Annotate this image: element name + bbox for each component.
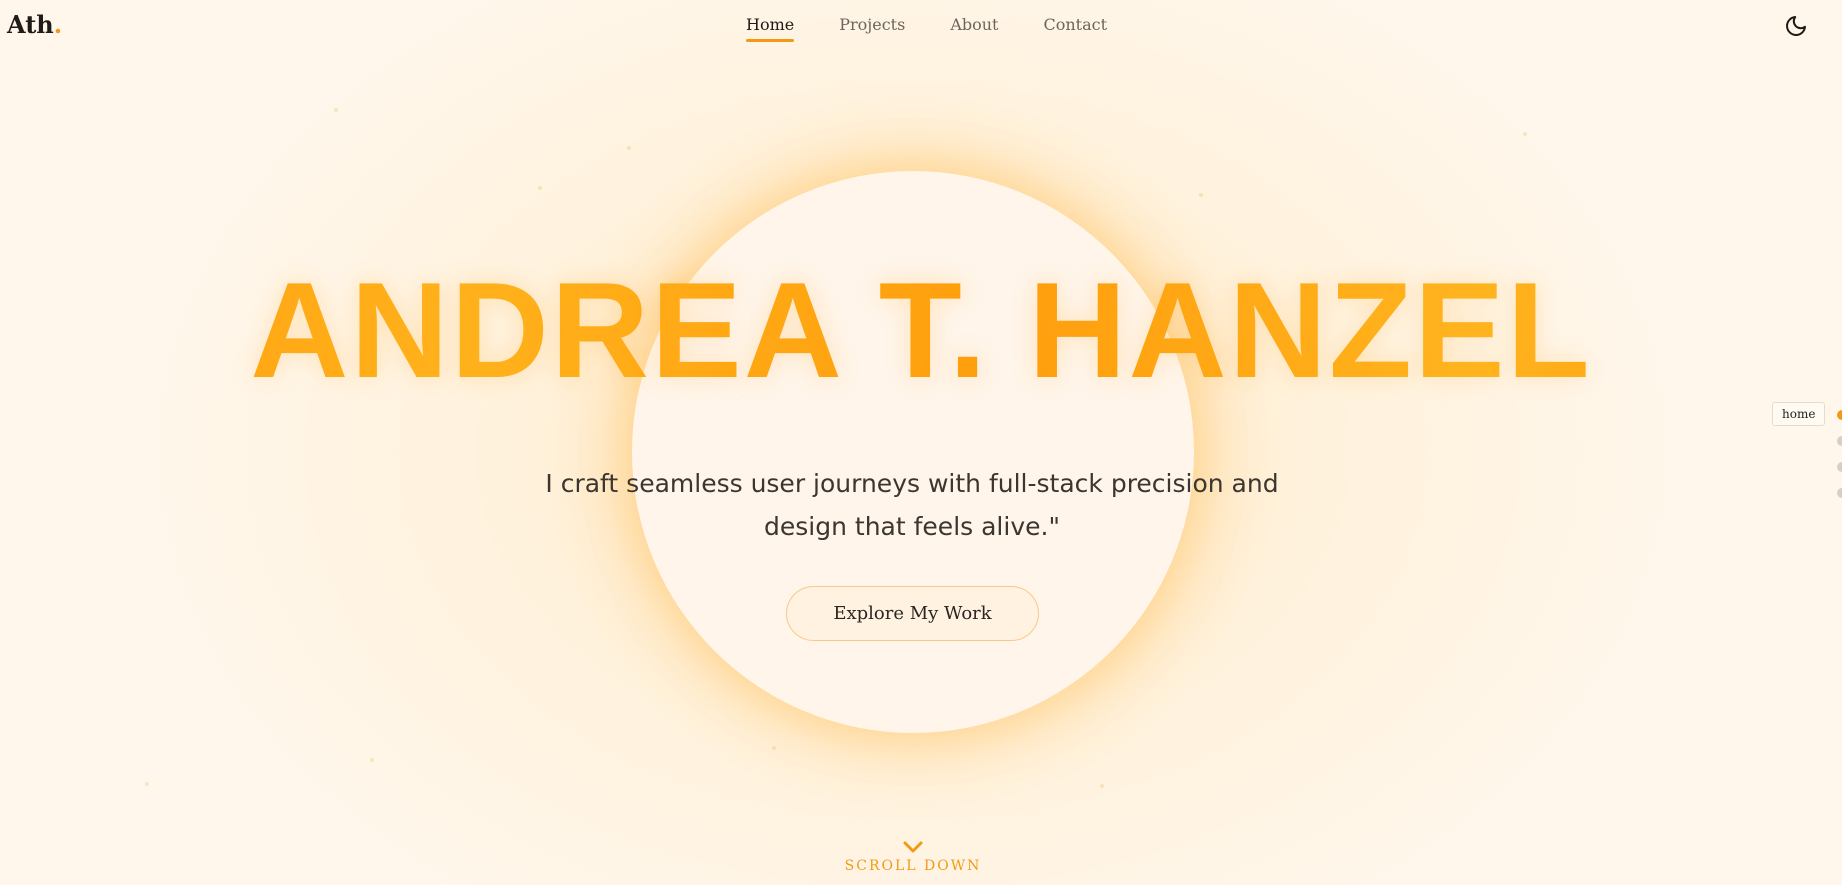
chevron-down-icon — [903, 841, 923, 853]
particle — [627, 146, 631, 150]
section-dot-about[interactable] — [1837, 462, 1842, 472]
main-nav: Home Projects About Contact — [746, 15, 1152, 42]
scroll-down-label: SCROLL DOWN — [844, 858, 982, 874]
explore-work-button[interactable]: Explore My Work — [786, 586, 1039, 641]
particle — [1199, 193, 1203, 197]
section-dot-contact[interactable] — [1837, 488, 1842, 498]
particle — [370, 758, 374, 762]
nav-about[interactable]: About — [950, 15, 998, 42]
page: Ath. Home Projects About Contact ANDREA … — [0, 0, 1842, 885]
particle — [334, 108, 338, 112]
hero-name: ANDREA T. HANZEL — [0, 262, 1842, 398]
particle — [772, 746, 776, 750]
nav-home[interactable]: Home — [746, 15, 795, 42]
particle — [145, 782, 149, 786]
particle — [1100, 784, 1104, 788]
particle — [538, 186, 542, 190]
section-tooltip: home — [1772, 402, 1826, 426]
particle — [1523, 132, 1527, 136]
scroll-down[interactable]: SCROLL DOWN — [0, 838, 1826, 874]
logo-dot: . — [53, 10, 63, 39]
theme-toggle-button[interactable] — [1784, 14, 1808, 38]
section-indicator — [1837, 410, 1842, 514]
logo[interactable]: Ath. — [7, 10, 62, 39]
moon-icon — [1786, 16, 1806, 36]
section-dot-home[interactable] — [1837, 410, 1842, 420]
nav-projects[interactable]: Projects — [839, 15, 905, 42]
logo-text: Ath — [7, 10, 54, 39]
nav-contact[interactable]: Contact — [1043, 15, 1107, 42]
hero-tagline: I craft seamless user journeys with full… — [545, 469, 1279, 541]
section-dot-projects[interactable] — [1837, 436, 1842, 446]
